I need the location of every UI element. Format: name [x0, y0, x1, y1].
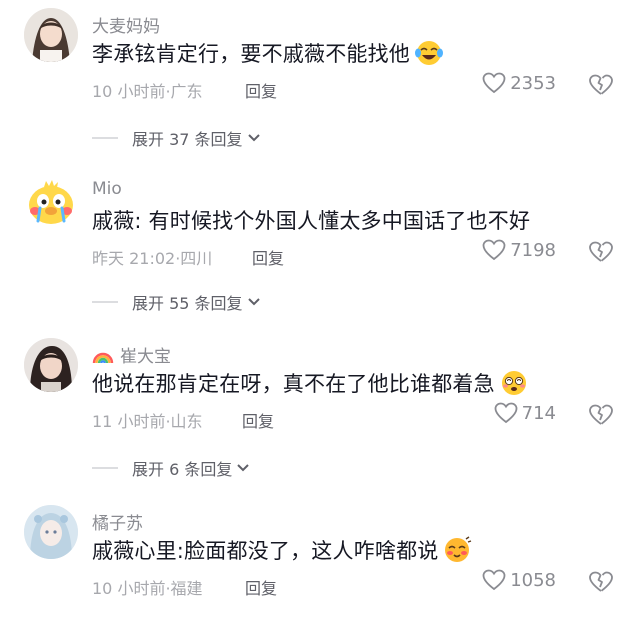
comment-text-content: 他说在那肯定在呀，真不在了他比谁都着急 — [92, 372, 495, 396]
like-button[interactable]: 7198 — [482, 239, 556, 261]
username[interactable]: 大麦妈妈 — [92, 12, 160, 37]
avatar[interactable] — [24, 505, 78, 559]
chevron-down-icon — [237, 464, 250, 472]
comment-time: 昨天 21:02 — [92, 249, 176, 268]
reply-button[interactable]: 回复 — [252, 245, 284, 269]
divider — [92, 301, 118, 303]
rainbow-icon — [92, 352, 114, 363]
comment-text-content: 戚薇心里:脸面都没了，这人咋啥都说 — [92, 539, 439, 563]
comment-location: 山东 — [170, 412, 203, 431]
heart-icon — [482, 239, 506, 261]
expand-replies-button[interactable]: 展开 6 条回复 — [92, 456, 250, 480]
comment-item: 崔大宝 他说在那肯定在呀，真不在了他比谁都着急 11 小时前·山东 回复 714… — [0, 338, 640, 488]
comment-location: 福建 — [170, 579, 203, 598]
like-count: 714 — [521, 402, 556, 424]
comment-text: 李承铉肯定行，要不戚薇不能找他 — [92, 38, 444, 68]
broken-heart-icon[interactable] — [588, 74, 614, 96]
username[interactable]: 橘子苏 — [92, 509, 143, 534]
comment-text: 他说在那肯定在呀，真不在了他比谁都着急 — [92, 368, 529, 398]
like-button[interactable]: 1058 — [482, 569, 556, 591]
dizzy-face-emoji-icon — [501, 371, 526, 395]
broken-heart-icon[interactable] — [588, 571, 614, 593]
like-button[interactable]: 2353 — [482, 72, 556, 94]
chevron-down-icon — [247, 298, 260, 306]
avatar[interactable] — [24, 338, 78, 392]
comment-meta: 昨天 21:02·四川 — [92, 245, 212, 269]
expand-replies-label: 展开 37 条回复 — [132, 130, 243, 149]
like-count: 2353 — [510, 72, 556, 94]
divider — [92, 467, 118, 469]
expand-replies-button[interactable]: 展开 55 条回复 — [92, 290, 261, 314]
avatar[interactable] — [24, 175, 78, 229]
like-button[interactable]: 714 — [494, 402, 556, 424]
username[interactable]: Mio — [92, 179, 122, 199]
comment-item: 橘子苏 戚薇心里:脸面都没了，这人咋啥都说 10 小时前·福建 回复 1058 — [0, 505, 640, 615]
avatar[interactable] — [24, 8, 78, 62]
heart-icon — [482, 72, 506, 94]
comment-text-content: 戚薇: 有时候找个外国人懂太多中国话了也不好 — [92, 209, 531, 233]
username-label: 崔大宝 — [120, 347, 171, 367]
comment-location: 四川 — [180, 249, 213, 268]
comment-text-content: 李承铉肯定行，要不戚薇不能找他 — [92, 42, 410, 66]
comment-text: 戚薇心里:脸面都没了，这人咋啥都说 — [92, 535, 472, 565]
heart-icon — [482, 569, 506, 591]
comment-meta: 10 小时前·福建 — [92, 575, 203, 599]
reply-button[interactable]: 回复 — [245, 575, 277, 599]
comment-item: Mio 戚薇: 有时候找个外国人懂太多中国话了也不好 昨天 21:02·四川 回… — [0, 175, 640, 325]
like-count: 7198 — [510, 239, 556, 261]
expand-replies-button[interactable]: 展开 37 条回复 — [92, 126, 261, 150]
reply-button[interactable]: 回复 — [245, 78, 277, 102]
expand-replies-label: 展开 6 条回复 — [132, 460, 233, 479]
broken-heart-icon[interactable] — [588, 404, 614, 426]
comment-meta: 10 小时前·广东 — [92, 78, 203, 102]
chevron-down-icon — [247, 134, 260, 142]
comment-time: 11 小时前 — [92, 412, 166, 431]
blushing-face-emoji-icon — [445, 536, 472, 562]
comment-item: 大麦妈妈 李承铉肯定行，要不戚薇不能找他 10 小时前·广东 回复 2353 展… — [0, 8, 640, 158]
reply-button[interactable]: 回复 — [242, 408, 274, 432]
like-count: 1058 — [510, 569, 556, 591]
username[interactable]: 崔大宝 — [92, 342, 171, 367]
comment-meta: 11 小时前·山东 — [92, 408, 203, 432]
comment-location: 广东 — [170, 82, 203, 101]
broken-heart-icon[interactable] — [588, 241, 614, 263]
expand-replies-label: 展开 55 条回复 — [132, 294, 243, 313]
comment-text: 戚薇: 有时候找个外国人懂太多中国话了也不好 — [92, 205, 530, 235]
divider — [92, 137, 118, 139]
laughing-crying-emoji-icon — [415, 41, 443, 65]
comment-time: 10 小时前 — [92, 579, 166, 598]
heart-icon — [494, 402, 518, 424]
comment-time: 10 小时前 — [92, 82, 166, 101]
